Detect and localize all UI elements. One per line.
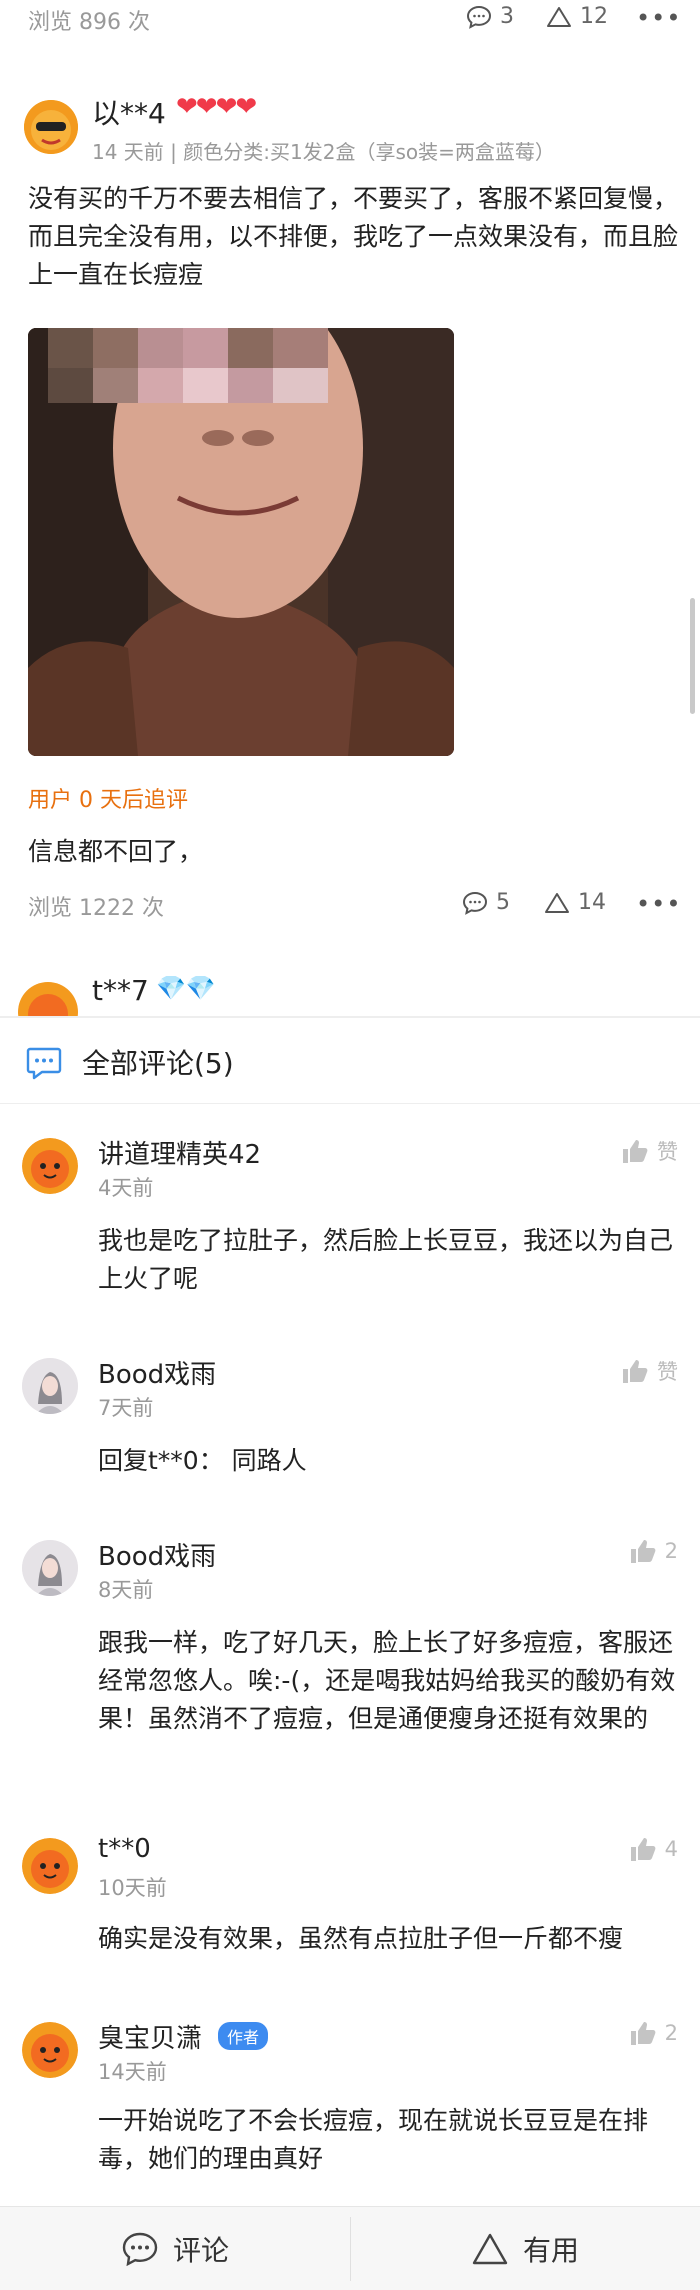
bottom-action-bar: 评论 有用 [0,2206,700,2290]
like-button[interactable]: 4 [629,1836,678,1862]
anime-girl-avatar-icon [22,1540,78,1596]
author-badge: 作者 [218,2022,269,2050]
reviewer-username[interactable]: t**7 [92,974,149,1007]
review-stats-row: 浏览 1222 次 5 14 ••• [0,886,700,926]
comment-time: 10天前 [98,1876,167,1900]
useful-count-button[interactable]: 14 [544,890,606,915]
comment-count: 5 [496,890,510,915]
like-count: 4 [664,1837,678,1861]
comment-icon [122,2232,158,2267]
comment-text: 确实是没有效果，虽然有点拉肚子但一斤都不瘦 [98,1924,624,1953]
reviewer-level-diamonds: 💎💎 [156,974,216,1002]
triangle-useful-icon [545,892,569,913]
comment-count-button[interactable]: 3 [466,4,514,29]
review-text: 没有买的千万不要去相信了，不要买了，客服不紧回复慢，而且完全没有用，以不排便，我… [28,184,679,289]
avatar[interactable] [22,1358,78,1414]
comment-text: 一开始说吃了不会长痘痘，现在就说长豆豆是在排毒，她们的理由真好 [98,2106,649,2173]
mascot-avatar-icon [22,1138,78,1194]
avatar[interactable] [22,1138,78,1194]
comment-button[interactable]: 评论 [0,2207,350,2290]
avatar[interactable] [18,980,78,1016]
useful-count: 14 [578,890,606,915]
mascot-avatar-icon [18,982,78,1016]
triangle-useful-icon [547,6,571,27]
mascot-avatar-icon [24,100,78,154]
commenter-name[interactable]: 臭宝贝潇 [98,2018,202,2055]
comment-text: 我也是吃了拉肚子，然后脸上长豆豆，我还以为自己上火了呢 [98,1226,674,1293]
triangle-useful-icon [472,2233,508,2265]
avatar[interactable] [22,2022,78,2078]
avatar[interactable] [22,1540,78,1596]
review-meta: 14 天前 | 颜色分类:买1发2盒（享so装=两盒蓝莓） [92,140,555,164]
scrollbar[interactable] [690,598,695,714]
comment-time: 4天前 [98,1176,154,1200]
top-stats-row: 浏览 896 次 3 12 ••• [0,0,700,40]
comment-icon [466,5,492,29]
review-photo[interactable] [28,328,454,756]
thumbs-up-icon [623,1360,648,1383]
comment-count: 3 [500,4,514,29]
commenter-name[interactable]: Bood戏雨 [98,1354,216,1391]
commenter-name[interactable]: t**0 [98,1834,151,1864]
comment-count-button[interactable]: 5 [462,890,510,915]
comment-icon [462,891,488,915]
like-button[interactable]: 2 [629,2020,678,2046]
followup-text: 信息都不回了， [28,837,204,866]
avatar[interactable] [24,100,78,154]
photo-image [28,328,454,756]
comment-button-label: 评论 [172,2234,229,2267]
comment-text: 回复t**0： 同路人 [98,1446,307,1475]
like-count: 赞 [657,1140,678,1164]
comment-text: 跟我一样，吃了好几天，脸上长了好多痘痘，客服还经常忽悠人。唉:-(，还是喝我姑妈… [98,1628,676,1733]
comments-sheet-header: 全部评论(5) [0,1018,700,1104]
comment-time: 14天前 [98,2060,167,2084]
more-options-icon[interactable]: ••• [636,4,681,32]
commenter-name[interactable]: 讲道理精英42 [98,1134,261,1171]
avatar[interactable] [22,1838,78,1894]
comment-time: 8天前 [98,1578,154,1602]
like-count: 赞 [657,1360,678,1384]
useful-count-button[interactable]: 12 [546,4,608,29]
commenter-name[interactable]: Bood戏雨 [98,1536,216,1573]
thumbs-up-icon [630,1838,656,1861]
like-count: 2 [664,2021,678,2045]
useful-button[interactable]: 有用 [350,2207,700,2290]
anime-girl-avatar-icon [22,1358,78,1414]
comments-title: 全部评论(5) [82,1047,234,1080]
useful-button-label: 有用 [522,2234,579,2267]
like-button[interactable]: 2 [629,1538,678,1564]
reviewer-level-hearts: ❤❤❤❤ [176,92,257,122]
view-count: 浏览 896 次 [28,10,150,35]
more-options-icon[interactable]: ••• [636,890,681,918]
thumbs-up-icon [630,1540,656,1563]
mascot-avatar-icon [22,2022,78,2078]
thumbs-up-icon [630,2022,656,2045]
view-count: 浏览 1222 次 [28,896,164,921]
useful-count: 12 [580,4,608,29]
reviewer-username[interactable]: 以**4 [92,92,166,132]
followup-label: 用户 0 天后追评 [28,788,188,813]
like-button[interactable]: 赞 [621,1136,678,1166]
comment-bubble-icon [26,1047,62,1080]
like-count: 2 [664,1539,678,1563]
like-button[interactable]: 赞 [621,1356,678,1386]
comment-time: 7天前 [98,1396,154,1420]
mascot-avatar-icon [22,1838,78,1894]
thumbs-up-icon [623,1140,648,1163]
